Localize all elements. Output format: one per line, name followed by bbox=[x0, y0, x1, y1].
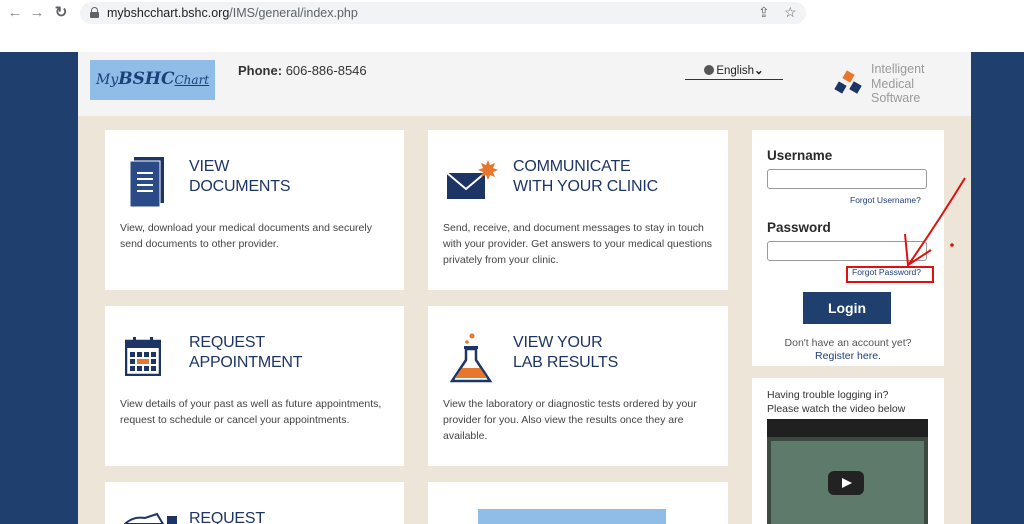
card-title-line: DOCUMENTS bbox=[189, 178, 291, 195]
help-video-player[interactable] bbox=[767, 419, 928, 524]
language-selector[interactable]: English⌄ bbox=[685, 63, 783, 80]
play-icon bbox=[842, 478, 852, 488]
register-link[interactable]: Register here. bbox=[752, 350, 944, 363]
video-help-line2: Please watch the video below bbox=[767, 403, 906, 415]
annotation-arrow-icon bbox=[904, 177, 966, 267]
ims-logo-line3: Software bbox=[871, 91, 921, 105]
username-label: Username bbox=[767, 148, 833, 163]
mybshcchart-logo[interactable]: MyBSHCChart bbox=[90, 60, 215, 100]
card-title-line: VIEW YOUR bbox=[513, 334, 603, 351]
card-title-line: REQUEST bbox=[189, 510, 265, 524]
help-video-panel: Having trouble logging in? Please watch … bbox=[752, 378, 944, 524]
card-request-partial[interactable]: REQUEST bbox=[105, 482, 404, 524]
logo-my: My bbox=[96, 72, 119, 88]
ims-logo: Intelligent Medical Software bbox=[834, 62, 945, 108]
phone-label: Phone: bbox=[238, 63, 283, 78]
chevron-down-icon: ⌄ bbox=[754, 65, 764, 77]
card-lab-results[interactable]: VIEW YOUR LAB RESULTS View the laborator… bbox=[428, 306, 728, 466]
card-title-line: WITH YOUR CLINIC bbox=[513, 178, 658, 195]
flask-icon bbox=[450, 333, 493, 383]
hex-icon-navy bbox=[834, 81, 847, 94]
calendar-icon bbox=[125, 337, 161, 376]
globe-icon bbox=[704, 65, 715, 75]
card-image-placeholder bbox=[478, 509, 666, 524]
password-label: Password bbox=[767, 220, 831, 235]
login-button[interactable]: Login bbox=[803, 292, 891, 324]
card-request-appointment[interactable]: REQUEST APPOINTMENT View details of your… bbox=[105, 306, 404, 466]
url-path: /IMS/general/index.php bbox=[229, 6, 358, 20]
no-account-text: Don't have an account yet? bbox=[784, 337, 912, 349]
card-title-line: VIEW bbox=[189, 158, 230, 175]
phone-number: 606-886-8546 bbox=[285, 63, 367, 78]
card-description: View, download your medical documents an… bbox=[120, 222, 372, 250]
phone-info: Phone: 606-886-8546 bbox=[238, 63, 367, 78]
reload-icon[interactable]: ↻ bbox=[52, 4, 70, 22]
card-description: Send, receive, and document messages to … bbox=[443, 222, 713, 266]
video-help-text: Having trouble logging in? Please watch … bbox=[767, 388, 905, 416]
browser-toolbar: ← → ↻ mybshcchart.bshc.org/IMS/general/i… bbox=[0, 0, 1024, 26]
card-title: VIEW DOCUMENTS bbox=[189, 157, 291, 197]
url-text: mybshcchart.bshc.org/IMS/general/index.p… bbox=[107, 6, 358, 20]
hex-icon-outline bbox=[849, 81, 862, 94]
card-communicate[interactable]: COMMUNICATE WITH YOUR CLINIC Send, recei… bbox=[428, 130, 728, 290]
envelope-icon bbox=[446, 160, 498, 199]
card-title: VIEW YOUR LAB RESULTS bbox=[513, 333, 618, 373]
browser-gap bbox=[0, 26, 1024, 52]
forward-icon[interactable]: → bbox=[28, 4, 46, 22]
ims-logo-line2: Medical bbox=[871, 76, 915, 91]
portal-page: MyBSHCChart Phone: 606-886-8546 English⌄… bbox=[78, 52, 971, 524]
bookmark-star-icon[interactable]: ☆ bbox=[784, 4, 797, 21]
card-description: View the laboratory or diagnostic tests … bbox=[443, 398, 697, 442]
card-title: REQUEST bbox=[189, 509, 265, 524]
address-bar[interactable]: mybshcchart.bshc.org/IMS/general/index.p… bbox=[80, 2, 806, 24]
card-title-line: REQUEST bbox=[189, 334, 265, 351]
card-title-line: APPOINTMENT bbox=[189, 354, 303, 371]
video-title-bar bbox=[767, 419, 928, 437]
card-view-documents[interactable]: VIEW DOCUMENTS View, download your medic… bbox=[105, 130, 404, 290]
share-icon[interactable]: ⇪ bbox=[758, 4, 770, 21]
card-title-line: COMMUNICATE bbox=[513, 158, 631, 175]
video-help-line1: Having trouble logging in? bbox=[767, 389, 889, 401]
card-partial[interactable] bbox=[428, 482, 728, 524]
lock-icon bbox=[90, 7, 99, 18]
site-header: MyBSHCChart Phone: 606-886-8546 English⌄… bbox=[78, 52, 971, 116]
play-button[interactable] bbox=[828, 471, 864, 495]
document-icon bbox=[130, 157, 164, 207]
language-value: English bbox=[716, 65, 755, 77]
back-icon[interactable]: ← bbox=[6, 4, 24, 22]
url-host: mybshcchart.bshc.org bbox=[107, 6, 230, 20]
logo-bshc: BSHC bbox=[118, 69, 175, 89]
card-title: COMMUNICATE WITH YOUR CLINIC bbox=[513, 157, 658, 197]
pill-bottle-icon bbox=[123, 512, 177, 524]
register-prompt: Don't have an account yet? Register here… bbox=[752, 337, 944, 363]
card-description: View details of your past as well as fut… bbox=[120, 398, 382, 426]
card-title: REQUEST APPOINTMENT bbox=[189, 333, 303, 373]
logo-chart: Chart bbox=[174, 73, 210, 87]
card-title-line: LAB RESULTS bbox=[513, 354, 619, 371]
ims-logo-line1: Intelligent bbox=[871, 62, 925, 76]
